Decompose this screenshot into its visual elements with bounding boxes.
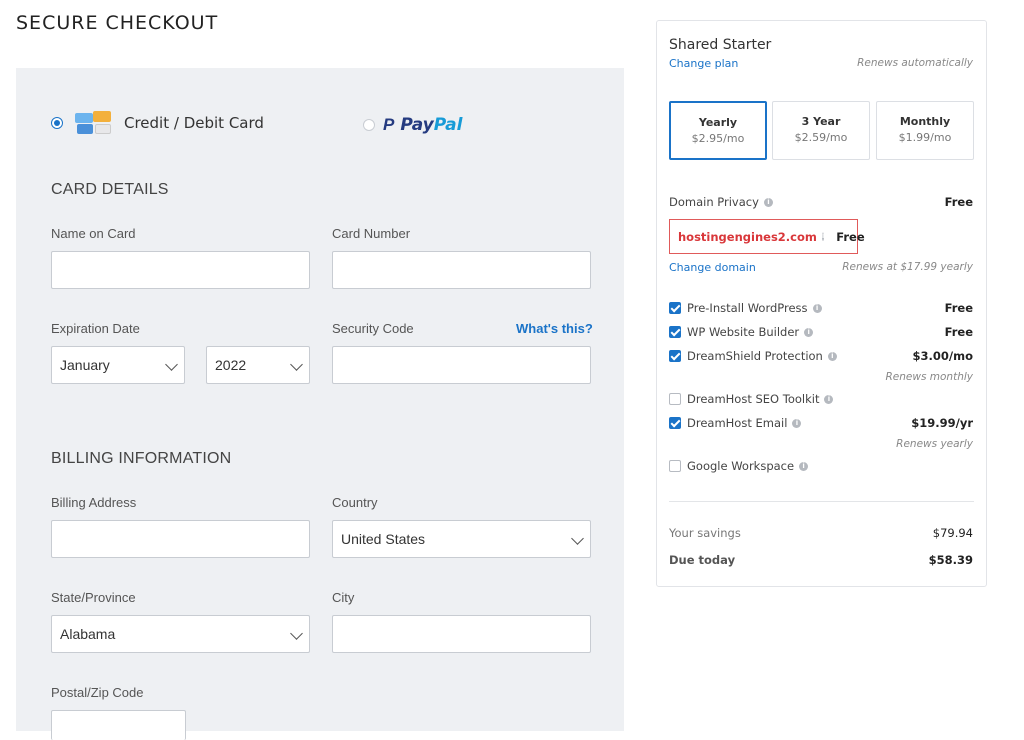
domain-privacy-value: Free [944,195,973,209]
postal-code-label: Postal/Zip Code [51,685,144,700]
checkbox[interactable] [669,417,681,429]
country-select[interactable]: United States [332,520,591,558]
checkbox[interactable] [669,393,681,405]
security-code-label: Security Code [332,321,414,336]
dreamshield-renewal-note: Renews monthly [885,371,973,383]
info-icon[interactable]: i [827,351,837,361]
billing-info-heading: BILLING INFORMATION [51,450,232,467]
year-value: 2022 [215,357,247,373]
term-option-3year[interactable]: 3 Year $2.59/mo [772,101,870,160]
card-number-label: Card Number [332,226,411,241]
card-details-heading: CARD DETAILS [51,181,169,198]
change-domain-link[interactable]: Change domain [669,261,756,274]
card-number-input[interactable] [332,251,591,289]
term-title: Yearly [698,116,738,129]
addon-dreamshield-price: $3.00/mo [912,349,973,363]
country-value: United States [341,531,426,547]
addon-email-price: $19.99/yr [911,416,973,430]
domain-privacy-label: Domain Privacy i [669,195,773,209]
postal-code-input[interactable] [51,710,186,740]
addon-wordpress[interactable]: Pre-Install WordPress i [669,301,822,315]
expiration-year-select[interactable]: 2022 [206,346,310,384]
due-today-value: $58.39 [928,553,973,567]
checkbox[interactable] [669,302,681,314]
credit-card-icon [75,111,111,135]
city-label: City [332,590,355,605]
state-label: State/Province [51,590,136,605]
term-option-monthly[interactable]: Monthly $1.99/mo [876,101,974,160]
domain-renewal-note: Renews at $17.99 yearly [842,261,973,273]
country-label: Country [332,495,378,510]
addon-builder-price: Free [944,325,973,339]
page-title: SECURE CHECKOUT [16,12,219,34]
info-icon[interactable]: i [804,327,814,337]
term-title: 3 Year [801,115,841,128]
summary-divider [669,501,974,502]
info-icon[interactable]: i [821,232,825,241]
billing-address-label: Billing Address [51,495,137,510]
term-title: Monthly [899,115,951,128]
addon-google-workspace[interactable]: Google Workspace i [669,459,809,473]
domain-name: hostingengines2.com [678,229,817,244]
info-icon[interactable]: i [792,418,802,428]
card-option-label: Credit / Debit Card [124,114,264,132]
term-price: $2.95/mo [691,132,745,145]
info-icon[interactable]: i [763,197,773,207]
state-value: Alabama [60,626,116,642]
card-radio[interactable] [51,117,63,129]
addon-website-builder[interactable]: WP Website Builder i [669,325,814,339]
email-renewal-note: Renews yearly [896,438,973,450]
payment-option-card[interactable]: Credit / Debit Card [51,111,264,135]
chevron-down-icon [290,627,303,640]
change-plan-link[interactable]: Change plan [669,57,738,70]
expiration-date-label: Expiration Date [51,321,140,336]
name-on-card-input[interactable] [51,251,310,289]
addon-seo-toolkit[interactable]: DreamHost SEO Toolkit i [669,392,834,406]
domain-price: Free [836,229,865,244]
city-input[interactable] [332,615,591,653]
name-on-card-label: Name on Card [51,226,136,241]
addon-wordpress-price: Free [944,301,973,315]
checkout-form-panel: Credit / Debit Card P PayPal CARD DETAIL… [16,68,624,740]
security-code-input[interactable] [332,346,591,384]
chevron-down-icon [571,532,584,545]
checkbox[interactable] [669,350,681,362]
month-value: January [60,357,110,373]
savings-label: Your savings [669,526,741,540]
state-select[interactable]: Alabama [51,615,310,653]
paypal-radio[interactable] [363,119,375,131]
paypal-logo-icon: P [383,115,395,134]
payment-option-paypal[interactable]: P PayPal [363,115,462,135]
checkbox[interactable] [669,326,681,338]
chevron-down-icon [165,358,178,371]
info-icon[interactable]: i [824,394,834,404]
term-price: $1.99/mo [898,131,952,144]
info-icon[interactable]: i [812,303,822,313]
billing-address-input[interactable] [51,520,310,558]
whats-this-link[interactable]: What's this? [516,321,593,336]
term-option-yearly[interactable]: Yearly $2.95/mo [669,101,767,160]
plan-name: Shared Starter [669,37,772,53]
info-icon[interactable]: i [799,461,809,471]
savings-value: $79.94 [932,526,973,540]
order-summary-card: Shared Starter Change plan Renews automa… [656,20,987,587]
addon-email[interactable]: DreamHost Email i [669,416,802,430]
domain-box: hostingengines2.com i Free [669,219,865,254]
paypal-logo: PayPal [400,115,463,135]
renews-automatically-note: Renews automatically [857,57,973,69]
expiration-month-select[interactable]: January [51,346,185,384]
addon-dreamshield[interactable]: DreamShield Protection i [669,349,837,363]
checkbox[interactable] [669,460,681,472]
term-price: $2.59/mo [794,131,848,144]
due-today-label: Due today [669,553,736,567]
chevron-down-icon [290,358,303,371]
